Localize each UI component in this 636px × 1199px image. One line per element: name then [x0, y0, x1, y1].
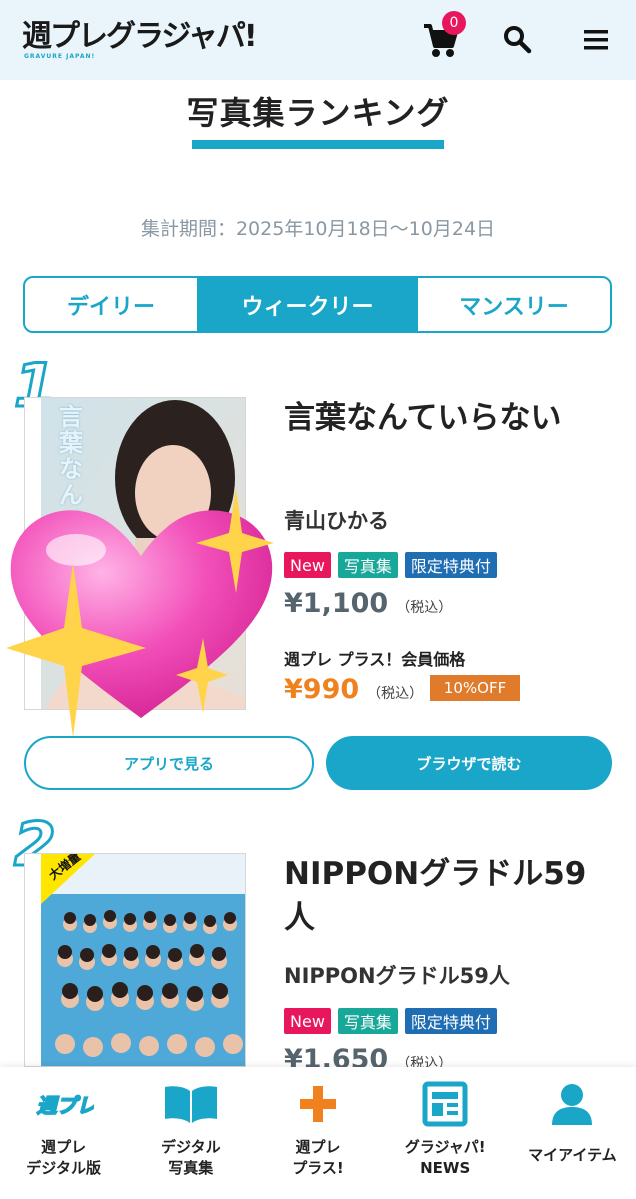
badge-group: New 写真集 限定特典付	[284, 1008, 497, 1034]
nav-label: 週プレ プラス!	[292, 1138, 344, 1177]
heart-sparkle-icon	[6, 488, 274, 738]
tab-monthly[interactable]: マンスリー	[416, 278, 610, 331]
item-title[interactable]: 言葉なんていらない	[284, 396, 614, 440]
logo-subtext: GRAVURE JAPAN!	[24, 53, 96, 60]
news-icon	[422, 1081, 468, 1127]
item-author: NIPPONグラドル59人	[284, 964, 510, 988]
app-header: 週プレグラジャパ! GRAVURE JAPAN! 0	[0, 0, 636, 80]
member-price-value: ¥990	[284, 674, 360, 705]
title-underline	[192, 140, 444, 149]
read-in-browser-button[interactable]: ブラウザで読む	[326, 736, 612, 790]
tax-note: （税込）	[396, 600, 453, 616]
member-price: ¥990 （税込）	[284, 674, 423, 705]
limited-bonus-badge: 限定特典付	[404, 1008, 497, 1034]
photobook-badge: 写真集	[337, 1008, 398, 1034]
limited-bonus-badge: 限定特典付	[404, 552, 497, 578]
nav-my-items[interactable]: マイアイテム	[509, 1067, 636, 1199]
plus-icon	[300, 1086, 336, 1122]
photobook-badge: 写真集	[337, 552, 398, 578]
ranking-tabs: デイリー ウィークリー マンスリー	[23, 276, 612, 333]
svg-text:週プレ: 週プレ	[36, 1094, 93, 1118]
open-in-app-button[interactable]: アプリで見る	[24, 736, 314, 790]
nav-digital-photobook[interactable]: デジタル 写真集	[127, 1067, 254, 1199]
nav-label: マイアイテム	[528, 1146, 617, 1164]
nav-gravure-news[interactable]: グラジャパ! NEWS	[382, 1067, 509, 1199]
item-author: 青山ひかる	[284, 509, 389, 533]
tab-daily[interactable]: デイリー	[25, 278, 199, 331]
menu-icon[interactable]	[576, 18, 616, 62]
nav-label: 週プレ デジタル版	[26, 1138, 101, 1177]
search-icon[interactable]	[498, 18, 538, 62]
badge-group: New 写真集 限定特典付	[284, 552, 497, 578]
nav-weekly-plus[interactable]: 週プレ プラス!	[254, 1067, 381, 1199]
book-icon	[164, 1086, 217, 1123]
book-cover[interactable]: 大増量	[24, 853, 246, 1067]
member-price-label: 週プレ プラス！会員価格	[284, 650, 466, 669]
aggregation-period: 集計期間：2025年10月18日〜10月24日	[140, 218, 496, 240]
tab-weekly[interactable]: ウィークリー	[199, 278, 416, 331]
discount-badge: 10%OFF	[430, 675, 520, 701]
new-badge: New	[284, 552, 331, 578]
weekly-logo-icon: 週プレ	[35, 1093, 93, 1119]
price-value: ¥1,100	[284, 588, 389, 619]
nav-label: デジタル 写真集	[160, 1138, 221, 1177]
site-logo[interactable]: 週プレグラジャパ! GRAVURE JAPAN!	[22, 19, 258, 64]
user-icon	[552, 1084, 593, 1125]
page-title: 写真集ランキング	[186, 94, 450, 132]
new-badge: New	[284, 1008, 331, 1034]
tax-note: （税込）	[367, 686, 424, 702]
cover-image	[25, 854, 245, 1066]
bottom-navigation: 週プレ 週プレ デジタル版 デジタル 写真集 週プレ プラス! グラジャパ! N…	[0, 1067, 636, 1199]
item-price: ¥1,100 （税込）	[284, 588, 452, 619]
logo-text: 週プレグラジャパ!	[22, 19, 258, 54]
nav-label: グラジャパ! NEWS	[404, 1138, 486, 1177]
item-title[interactable]: NIPPONグラドル59人	[284, 852, 614, 940]
nav-weekly-digital[interactable]: 週プレ 週プレ デジタル版	[0, 1067, 127, 1199]
cart-count-badge: 0	[442, 11, 466, 35]
